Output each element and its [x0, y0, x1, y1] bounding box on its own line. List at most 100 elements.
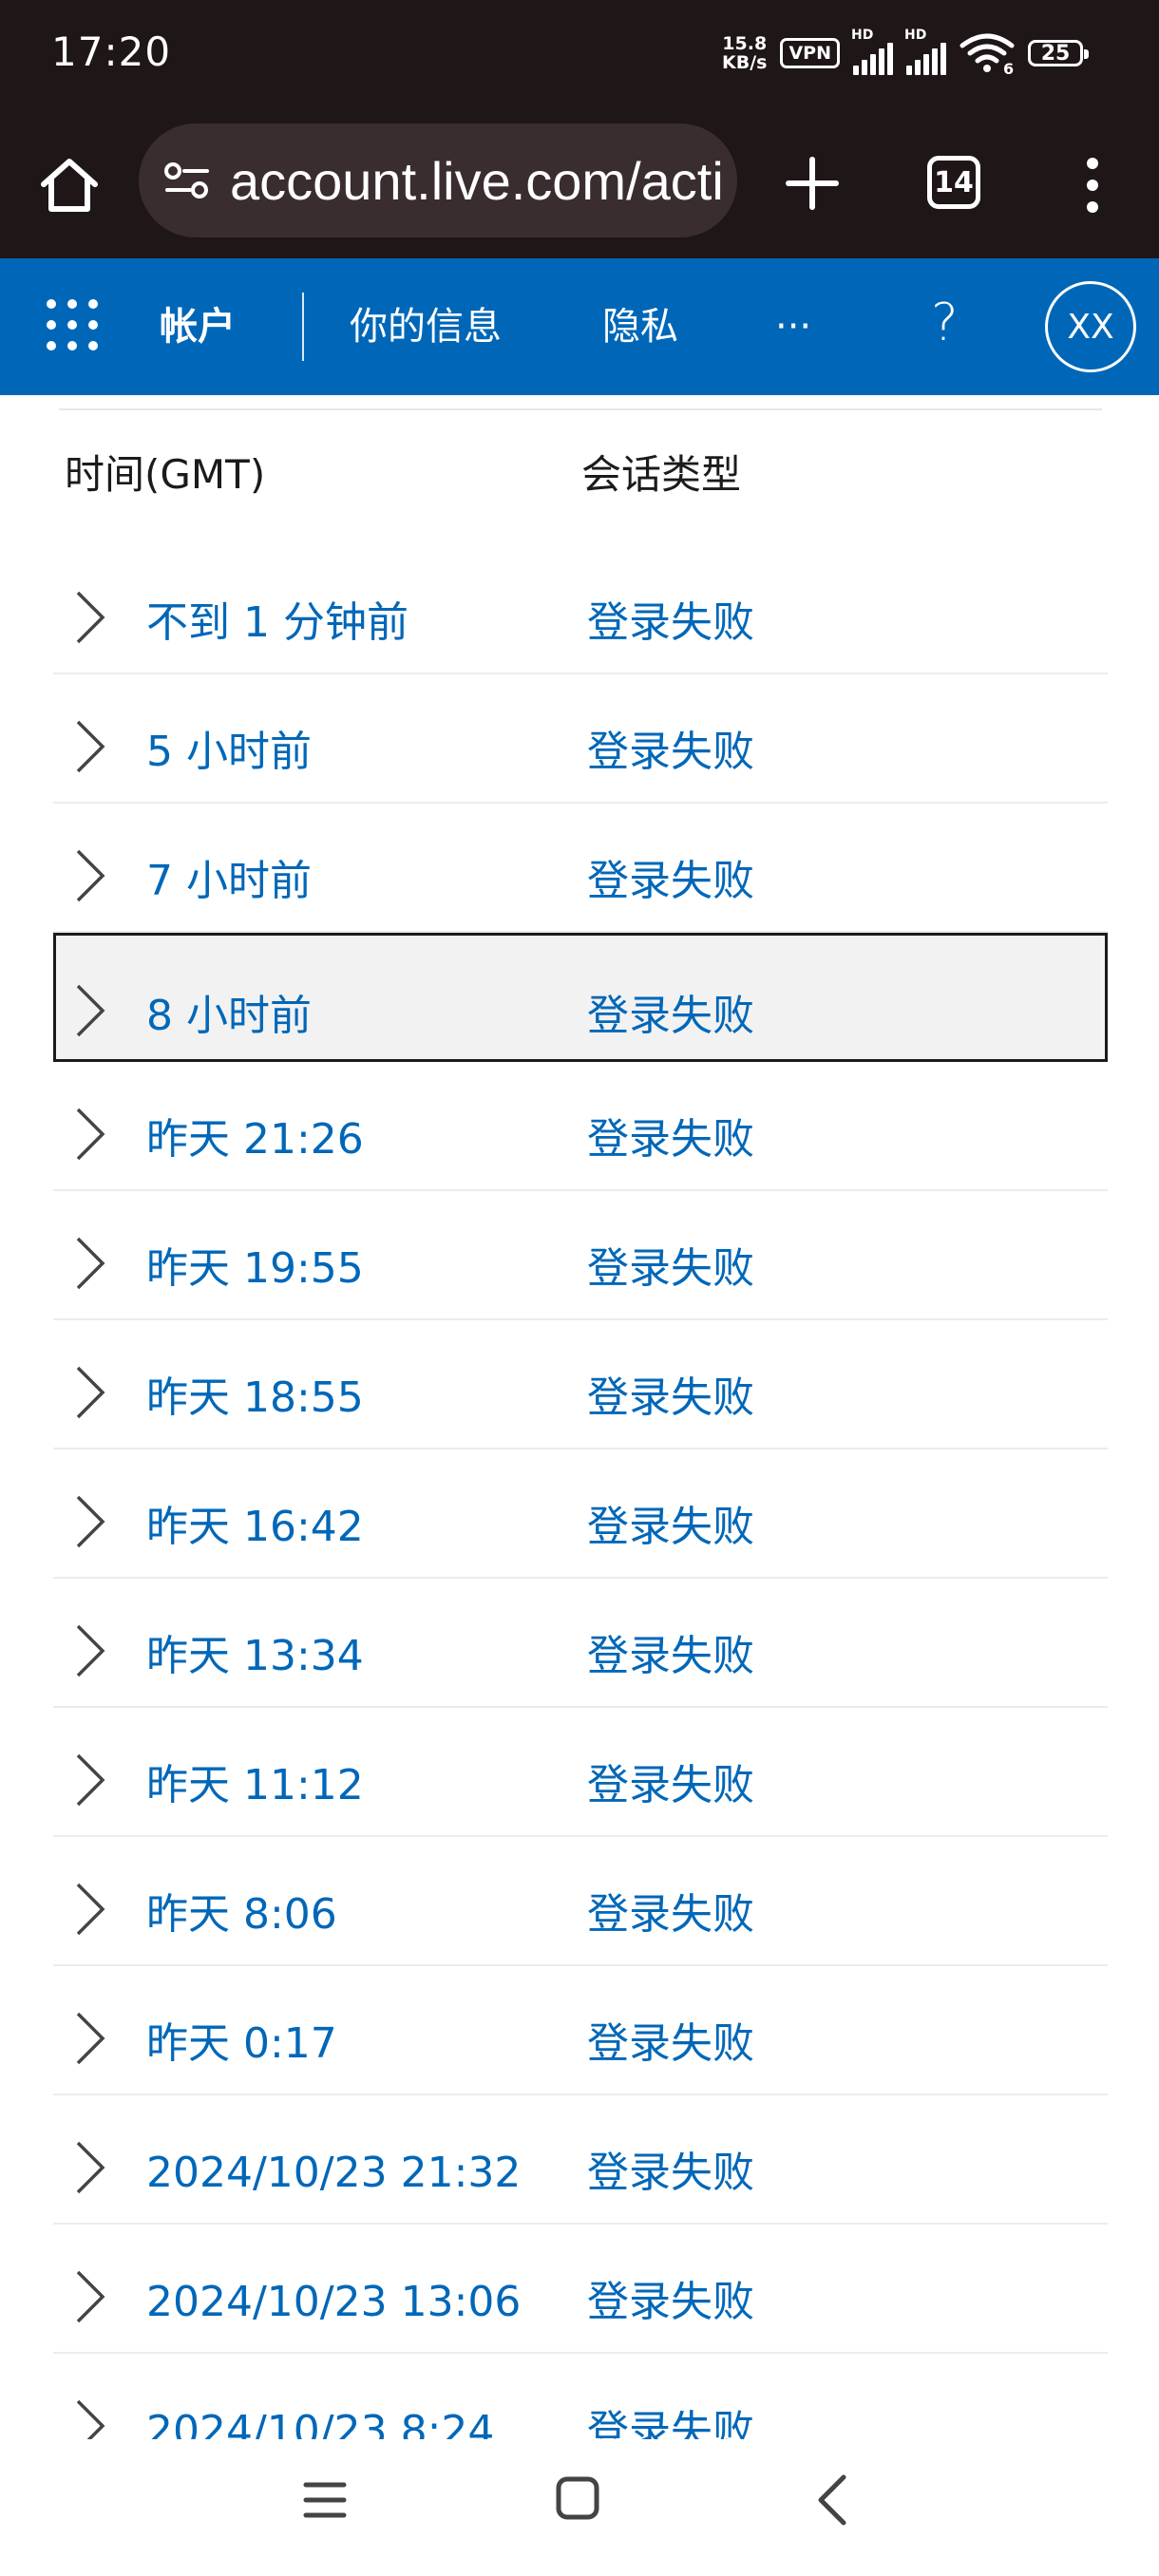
activity-row[interactable]: 5 小时前 登录失败	[53, 674, 1108, 804]
activity-time[interactable]: 2024/10/23 21:32	[146, 2145, 521, 2202]
activity-row[interactable]: 昨天 21:26 登录失败	[53, 1062, 1108, 1191]
help-icon[interactable]: ?	[931, 293, 959, 352]
activity-row[interactable]: 7 小时前 登录失败	[53, 804, 1108, 933]
activity-list: 不到 1 分钟前 登录失败 5 小时前 登录失败 7 小时前 登录失败 8 小时前 登录失败昨…	[53, 545, 1108, 2439]
activity-row[interactable]: 昨天 13:34 登录失败	[53, 1579, 1108, 1708]
chevron-right-icon[interactable]	[70, 2010, 108, 2067]
chevron-right-icon[interactable]	[70, 2268, 108, 2325]
activity-time[interactable]: 昨天 16:42	[146, 1499, 364, 1556]
tab-switcher-button[interactable]: 14	[927, 156, 980, 209]
site-settings-icon[interactable]	[163, 161, 211, 199]
nav-divider	[302, 293, 304, 361]
network-speed: 15.8 KB/s	[722, 34, 767, 72]
chevron-right-icon[interactable]	[70, 982, 108, 1039]
activity-type[interactable]: 登录失败	[587, 2145, 754, 2202]
activity-time[interactable]: 昨天 0:17	[146, 2016, 337, 2073]
cell-signal-icon-2: HD	[904, 28, 946, 75]
status-time: 17:20	[51, 28, 172, 75]
plus-icon[interactable]	[779, 150, 846, 217]
nav-your-info[interactable]: 你的信息	[350, 300, 502, 353]
activity-type[interactable]: 登录失败	[587, 1241, 754, 1297]
cell-signal-icon: HD	[851, 28, 893, 75]
back-icon[interactable]	[813, 2473, 851, 2527]
chevron-right-icon[interactable]	[70, 2139, 108, 2196]
activity-time[interactable]: 昨天 11:12	[146, 1757, 364, 1814]
activity-type[interactable]: 登录失败	[587, 1499, 754, 1556]
activity-time[interactable]: 不到 1 分钟前	[146, 595, 408, 652]
chevron-right-icon[interactable]	[70, 589, 108, 646]
chevron-right-icon[interactable]	[70, 847, 108, 904]
activity-time[interactable]: 昨天 18:55	[146, 1370, 364, 1427]
activity-row[interactable]: 昨天 19:55 登录失败	[53, 1191, 1108, 1320]
browser-toolbar: account.live.com/activity 14	[0, 116, 1159, 258]
chevron-right-icon[interactable]	[70, 1881, 108, 1938]
activity-row[interactable]: 昨天 0:17 登录失败	[53, 1966, 1108, 2095]
activity-type[interactable]: 登录失败	[587, 1111, 754, 1168]
activity-time[interactable]: 昨天 13:34	[146, 1628, 364, 1685]
activity-time[interactable]: 7 小时前	[146, 853, 312, 910]
activity-row[interactable]: 昨天 8:06 登录失败	[53, 1837, 1108, 1966]
divider	[59, 408, 1102, 410]
chevron-right-icon[interactable]	[70, 2397, 108, 2439]
activity-type[interactable]: 登录失败	[587, 1757, 754, 1814]
activity-time[interactable]: 昨天 8:06	[146, 1886, 337, 1943]
chevron-right-icon[interactable]	[70, 1235, 108, 1292]
system-nav-bar	[0, 2439, 1159, 2576]
home-icon[interactable]	[36, 152, 103, 218]
chevron-right-icon[interactable]	[70, 1752, 108, 1809]
network-speed-unit: KB/s	[722, 52, 768, 73]
page: 17:20 15.8 KB/s VPN HD HD 6 25 account.l…	[0, 0, 1159, 2576]
battery-icon: 25	[1028, 40, 1089, 66]
activity-time[interactable]: 8 小时前	[146, 988, 312, 1045]
column-header-type: 会话类型	[581, 451, 742, 498]
activity-type[interactable]: 登录失败	[587, 2016, 754, 2073]
address-bar[interactable]: account.live.com/activity	[139, 123, 737, 237]
activity-row[interactable]: 8 小时前 登录失败	[53, 933, 1108, 1062]
activity-time[interactable]: 昨天 21:26	[146, 1111, 364, 1168]
nav-privacy[interactable]: 隐私	[602, 300, 678, 353]
activity-type[interactable]: 登录失败	[587, 1628, 754, 1685]
home-square-icon[interactable]	[555, 2475, 600, 2521]
activity-row[interactable]: 2024/10/23 13:06 登录失败	[53, 2225, 1108, 2354]
activity-row[interactable]: 昨天 18:55 登录失败	[53, 1320, 1108, 1449]
url-text[interactable]: account.live.com/activity	[230, 150, 724, 212]
activity-type[interactable]: 登录失败	[587, 853, 754, 910]
chevron-right-icon[interactable]	[70, 1106, 108, 1163]
status-bar: 17:20 15.8 KB/s VPN HD HD 6 25	[0, 0, 1159, 116]
chevron-right-icon[interactable]	[70, 718, 108, 775]
tab-count: 14	[934, 165, 974, 199]
activity-type[interactable]: 登录失败	[587, 2403, 754, 2439]
wifi-badge: 6	[1003, 60, 1014, 74]
hd-label: HD	[851, 28, 874, 43]
hd-label-2: HD	[904, 28, 927, 43]
avatar[interactable]: XX	[1045, 281, 1136, 372]
activity-type[interactable]: 登录失败	[587, 1370, 754, 1427]
activity-type[interactable]: 登录失败	[587, 1886, 754, 1943]
battery-level: 25	[1040, 41, 1071, 66]
chevron-right-icon[interactable]	[70, 1493, 108, 1550]
activity-row[interactable]: 昨天 16:42 登录失败	[53, 1449, 1108, 1579]
activity-time[interactable]: 昨天 19:55	[146, 1241, 364, 1297]
account-nav-bar: 帐户 你的信息 隐私 ··· ? XX	[0, 258, 1159, 395]
activity-row[interactable]: 昨天 11:12 登录失败	[53, 1708, 1108, 1837]
activity-type[interactable]: 登录失败	[587, 724, 754, 781]
activity-list-viewport: 不到 1 分钟前 登录失败 5 小时前 登录失败 7 小时前 登录失败 8 小时前 登录失败昨…	[0, 545, 1159, 2439]
more-vert-icon[interactable]	[1074, 152, 1112, 218]
menu-icon[interactable]	[302, 2477, 348, 2523]
column-header-time: 时间(GMT)	[65, 451, 266, 498]
nav-account[interactable]: 帐户	[160, 300, 236, 353]
activity-time[interactable]: 2024/10/23 8:24	[146, 2403, 494, 2439]
chevron-right-icon[interactable]	[70, 1622, 108, 1679]
activity-time[interactable]: 2024/10/23 13:06	[146, 2274, 521, 2331]
activity-type[interactable]: 登录失败	[587, 988, 754, 1045]
chevron-right-icon[interactable]	[70, 1364, 108, 1421]
activity-row[interactable]: 2024/10/23 21:32 登录失败	[53, 2095, 1108, 2225]
nav-more-icon[interactable]: ···	[775, 300, 811, 353]
activity-row[interactable]: 不到 1 分钟前 登录失败	[53, 545, 1108, 674]
activity-type[interactable]: 登录失败	[587, 2274, 754, 2331]
app-launcher-icon[interactable]	[44, 296, 101, 353]
activity-time[interactable]: 5 小时前	[146, 724, 312, 781]
activity-row[interactable]: 2024/10/23 8:24 登录失败	[53, 2354, 1108, 2439]
avatar-initials: XX	[1067, 307, 1114, 347]
activity-type[interactable]: 登录失败	[587, 595, 754, 652]
